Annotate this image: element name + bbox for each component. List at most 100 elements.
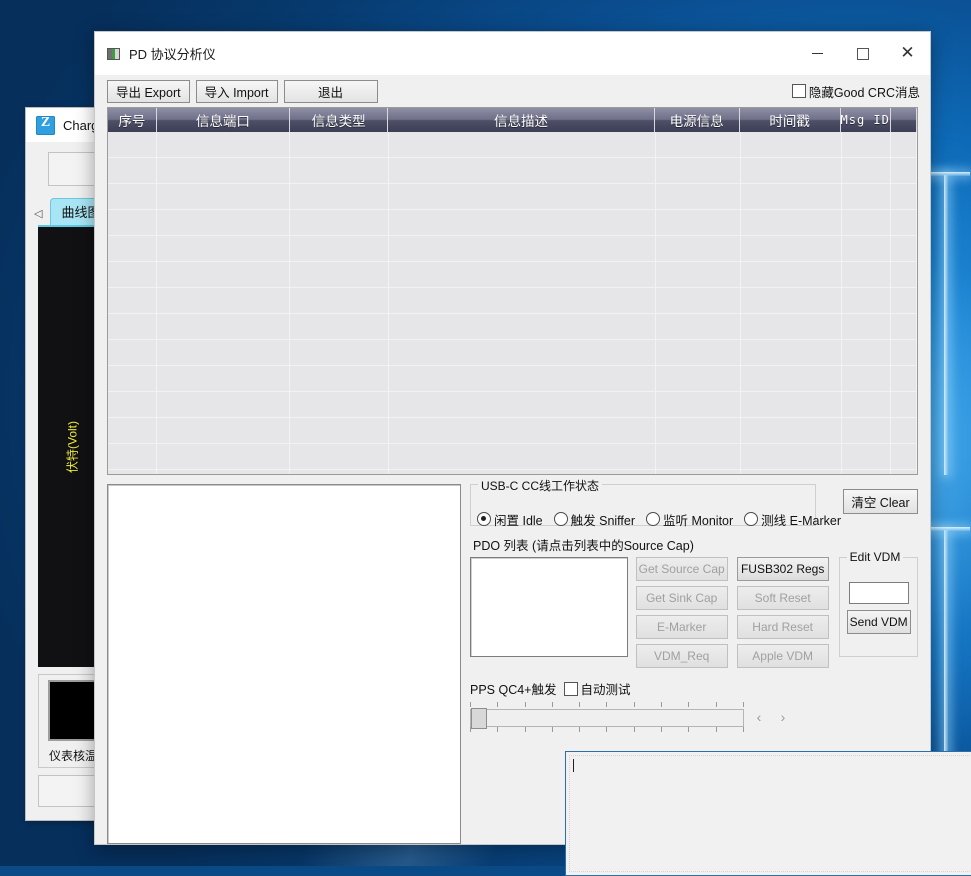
- pps-slider[interactable]: [470, 702, 744, 732]
- table-row[interactable]: [108, 444, 917, 470]
- table-cell[interactable]: [157, 340, 291, 365]
- table-cell[interactable]: [891, 132, 917, 157]
- table-cell[interactable]: [290, 158, 388, 183]
- table-cell[interactable]: [656, 236, 741, 261]
- table-cell[interactable]: [741, 340, 842, 365]
- table-cell[interactable]: [290, 262, 388, 287]
- table-cell[interactable]: [741, 262, 842, 287]
- table-cell[interactable]: [290, 288, 388, 313]
- table-cell[interactable]: [108, 314, 157, 339]
- table-cell[interactable]: [290, 184, 388, 209]
- table-cell[interactable]: [656, 366, 741, 391]
- table-cell[interactable]: [157, 184, 291, 209]
- table-cell[interactable]: [891, 314, 917, 339]
- table-cell[interactable]: [157, 418, 291, 443]
- table-cell[interactable]: [741, 444, 842, 469]
- table-cell[interactable]: [891, 236, 917, 261]
- table-cell[interactable]: [842, 184, 891, 209]
- log-text-inner[interactable]: [569, 755, 971, 872]
- pps-next-button[interactable]: ›: [774, 709, 792, 725]
- table-cell[interactable]: [157, 288, 291, 313]
- table-cell[interactable]: [656, 210, 741, 235]
- table-header-cell[interactable]: 序号: [108, 108, 157, 132]
- table-cell[interactable]: [157, 210, 291, 235]
- table-header-cell[interactable]: 时间戳: [740, 108, 841, 132]
- table-row[interactable]: [108, 158, 917, 184]
- table-cell[interactable]: [656, 158, 741, 183]
- minimize-button[interactable]: [795, 32, 840, 75]
- table-cell[interactable]: [389, 392, 656, 417]
- table-cell[interactable]: [741, 392, 842, 417]
- table-cell[interactable]: [389, 288, 656, 313]
- table-cell[interactable]: [157, 262, 291, 287]
- table-row[interactable]: [108, 366, 917, 392]
- table-cell[interactable]: [656, 340, 741, 365]
- table-cell[interactable]: [741, 314, 842, 339]
- table-cell[interactable]: [108, 132, 157, 157]
- hide-good-crc-checkbox[interactable]: 隐藏Good CRC消息: [792, 82, 920, 101]
- table-cell[interactable]: [842, 366, 891, 391]
- table-cell[interactable]: [741, 288, 842, 313]
- table-cell[interactable]: [290, 470, 388, 475]
- table-row[interactable]: [108, 236, 917, 262]
- table-cell[interactable]: [157, 366, 291, 391]
- table-cell[interactable]: [290, 444, 388, 469]
- maximize-button[interactable]: [840, 32, 885, 75]
- import-button[interactable]: 导入 Import: [196, 80, 278, 103]
- table-cell[interactable]: [741, 184, 842, 209]
- table-row[interactable]: [108, 288, 917, 314]
- table-cell[interactable]: [389, 184, 656, 209]
- table-cell[interactable]: [389, 314, 656, 339]
- send-vdm-button[interactable]: Send VDM: [847, 610, 911, 634]
- table-cell[interactable]: [157, 314, 291, 339]
- pd-analyzer-window[interactable]: PD 协议分析仪 ✕ 导出 Export 导入 Import 退出 隐藏Good…: [94, 31, 931, 845]
- cc-state-option-3[interactable]: 测线 E-Marker: [744, 510, 841, 529]
- table-cell[interactable]: [290, 418, 388, 443]
- table-cell[interactable]: [842, 314, 891, 339]
- table-header-cell[interactable]: [891, 108, 917, 132]
- table-cell[interactable]: [656, 470, 741, 475]
- table-cell[interactable]: [389, 470, 656, 475]
- table-cell[interactable]: [891, 262, 917, 287]
- table-cell[interactable]: [108, 158, 157, 183]
- table-cell[interactable]: [290, 236, 388, 261]
- table-cell[interactable]: [741, 366, 842, 391]
- table-cell[interactable]: [290, 210, 388, 235]
- table-cell[interactable]: [842, 210, 891, 235]
- table-header-cell[interactable]: 信息描述: [388, 108, 655, 132]
- table-cell[interactable]: [108, 470, 157, 475]
- table-cell[interactable]: [656, 288, 741, 313]
- table-cell[interactable]: [108, 392, 157, 417]
- table-row[interactable]: [108, 340, 917, 366]
- table-cell[interactable]: [290, 314, 388, 339]
- table-cell[interactable]: [108, 262, 157, 287]
- table-cell[interactable]: [389, 210, 656, 235]
- log-textarea[interactable]: ▲ ▼: [565, 751, 971, 876]
- table-cell[interactable]: [656, 132, 741, 157]
- table-cell[interactable]: [389, 340, 656, 365]
- table-cell[interactable]: [290, 132, 388, 157]
- close-button[interactable]: ✕: [885, 32, 930, 75]
- table-cell[interactable]: [157, 158, 291, 183]
- action-button-1[interactable]: FUSB302 Regs: [737, 557, 829, 581]
- table-cell[interactable]: [891, 366, 917, 391]
- vdm-input[interactable]: [849, 582, 909, 604]
- table-cell[interactable]: [842, 236, 891, 261]
- table-row[interactable]: [108, 132, 917, 158]
- cc-state-option-0[interactable]: 闲置 Idle: [477, 510, 543, 529]
- table-cell[interactable]: [741, 132, 842, 157]
- exit-button[interactable]: 退出: [284, 80, 378, 103]
- tab-scroll-left-icon[interactable]: ◁: [32, 207, 48, 225]
- clear-button[interactable]: 清空 Clear: [843, 489, 918, 514]
- table-cell[interactable]: [108, 236, 157, 261]
- table-cell[interactable]: [290, 392, 388, 417]
- table-row[interactable]: [108, 262, 917, 288]
- table-cell[interactable]: [389, 418, 656, 443]
- table-cell[interactable]: [741, 158, 842, 183]
- pdo-listbox[interactable]: [470, 557, 628, 657]
- table-cell[interactable]: [891, 158, 917, 183]
- table-header-cell[interactable]: 电源信息: [655, 108, 740, 132]
- table-cell[interactable]: [157, 132, 291, 157]
- table-cell[interactable]: [108, 210, 157, 235]
- table-cell[interactable]: [891, 418, 917, 443]
